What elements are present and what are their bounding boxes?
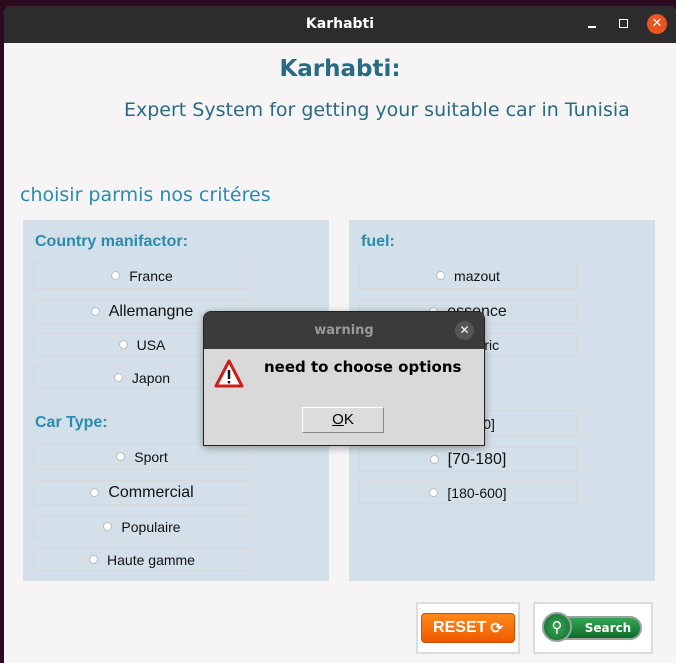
radio-icon[interactable] bbox=[111, 271, 121, 280]
country-group-title: Country manifactor: bbox=[35, 233, 188, 250]
page-title: Karhabti: bbox=[279, 56, 401, 82]
price-option-180-600[interactable]: [180-600] bbox=[359, 481, 577, 504]
car-type-option-populaire[interactable]: Populaire bbox=[33, 515, 251, 538]
dialog-close-icon[interactable]: ✕ bbox=[455, 321, 474, 340]
warning-icon bbox=[214, 359, 244, 388]
price-option-70-180[interactable]: [70-180] bbox=[359, 447, 577, 472]
maximize-icon[interactable] bbox=[614, 14, 634, 34]
title-bar: Karhabti ✕ bbox=[4, 6, 676, 43]
radio-icon[interactable] bbox=[429, 488, 439, 497]
dialog-title: warning bbox=[314, 323, 374, 338]
reset-label: RESET bbox=[433, 619, 487, 636]
warning-dialog: warning ✕ need to choose options OK bbox=[203, 311, 485, 446]
criteria-label: choisir parmis nos critéres bbox=[20, 184, 271, 206]
minimize-icon[interactable] bbox=[582, 14, 602, 34]
reset-button[interactable]: RESET ⟳ bbox=[416, 602, 520, 654]
radio-icon[interactable] bbox=[89, 555, 99, 564]
close-icon[interactable]: ✕ bbox=[647, 14, 667, 34]
car-type-option-commercial[interactable]: Commercial bbox=[33, 480, 251, 505]
app-window: Karhabti ✕ Karhabti: Expert System for g… bbox=[4, 6, 676, 663]
fuel-option-mazout[interactable]: mazout bbox=[359, 262, 577, 289]
window-title: Karhabti bbox=[305, 16, 375, 32]
radio-icon[interactable] bbox=[113, 373, 123, 382]
dialog-title-bar: warning ✕ bbox=[204, 312, 484, 349]
car-type-group-title: Car Type: bbox=[35, 414, 108, 431]
radio-icon[interactable] bbox=[118, 340, 128, 349]
car-type-option-sport[interactable]: Sport bbox=[33, 443, 251, 470]
fuel-group-title: fuel: bbox=[361, 233, 395, 250]
radio-icon[interactable] bbox=[429, 455, 439, 464]
radio-icon[interactable] bbox=[90, 488, 100, 497]
dialog-message: need to choose options bbox=[264, 358, 462, 376]
magnifier-icon: ⚲ bbox=[542, 612, 572, 642]
radio-icon[interactable] bbox=[90, 307, 100, 316]
radio-icon[interactable] bbox=[116, 452, 126, 461]
refresh-icon: ⟳ bbox=[490, 620, 503, 637]
search-button[interactable]: Search ⚲ bbox=[533, 602, 653, 654]
country-option-france[interactable]: France bbox=[33, 262, 251, 289]
car-type-option-haute-gamme[interactable]: Haute gamme bbox=[33, 548, 251, 571]
radio-icon[interactable] bbox=[436, 271, 446, 280]
page-subtitle: Expert System for getting your suitable … bbox=[124, 99, 630, 121]
ok-button[interactable]: OK bbox=[302, 407, 384, 433]
radio-icon[interactable] bbox=[103, 522, 113, 531]
